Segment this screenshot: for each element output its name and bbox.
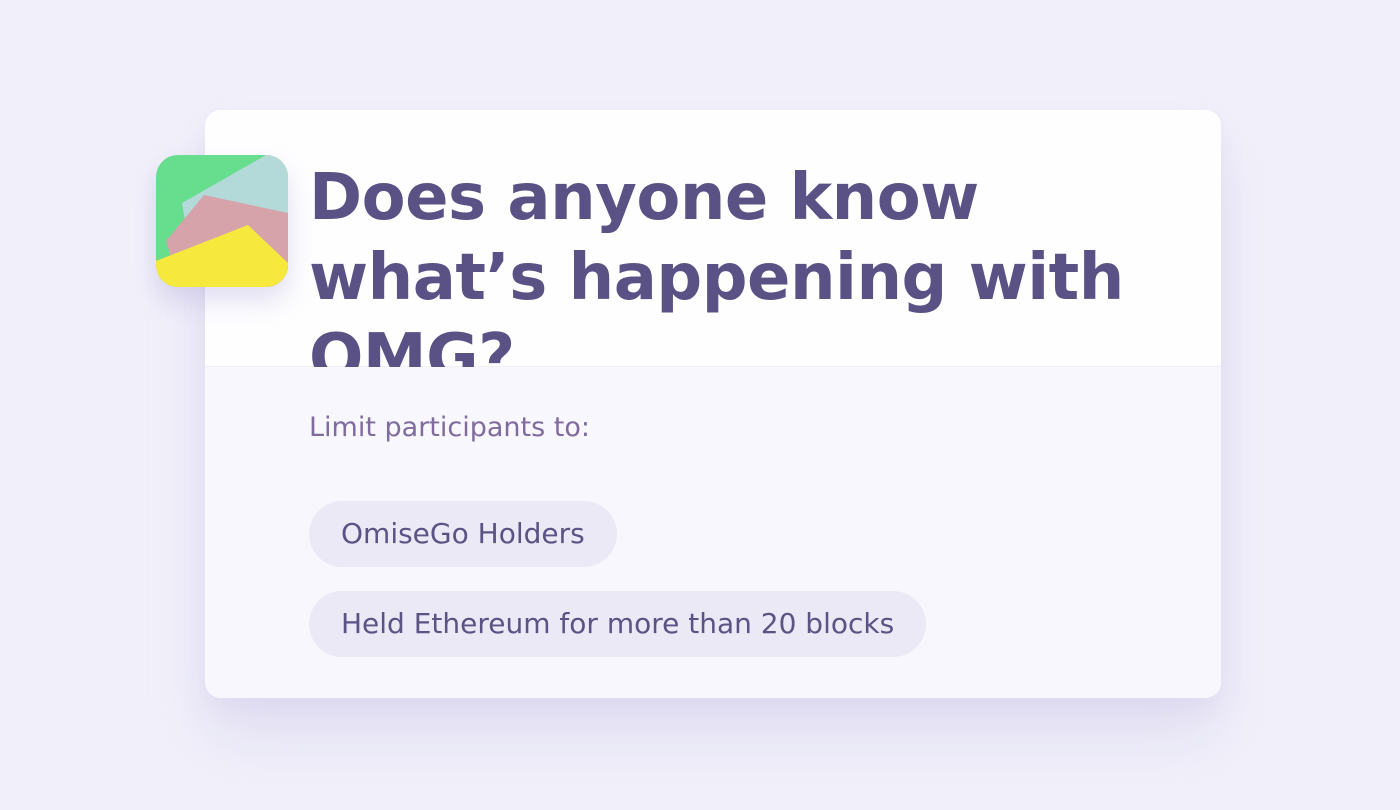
participant-restrictions-panel: Limit participants to: OmiseGo Holders H…: [205, 367, 1221, 698]
post-title: Does anyone know what’s happening with O…: [309, 161, 1124, 395]
token-cards-icon: [156, 155, 288, 287]
restriction-tag-ethereum-blocks[interactable]: Held Ethereum for more than 20 blocks: [309, 591, 927, 657]
restriction-tag-omisego-holders[interactable]: OmiseGo Holders: [309, 501, 617, 567]
limit-participants-label: Limit participants to:: [309, 412, 590, 443]
post-card-header: Does anyone know what’s happening with O…: [205, 110, 1221, 395]
post-card: Does anyone know what’s happening with O…: [205, 110, 1221, 698]
